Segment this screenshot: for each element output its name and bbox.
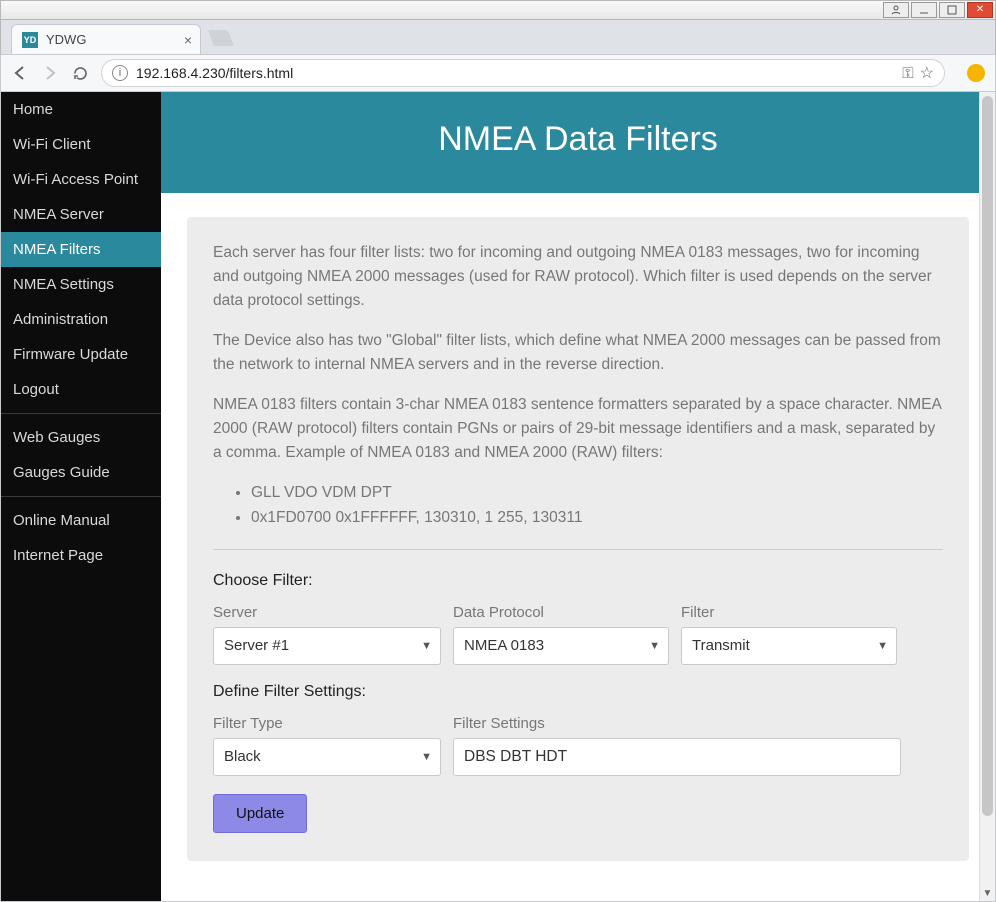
profile-avatar[interactable]: [967, 64, 985, 82]
address-bar[interactable]: i ⚿ ☆: [101, 59, 945, 87]
filter-settings-input-wrap: [453, 738, 901, 776]
field-label: Filter Settings: [453, 715, 901, 732]
sidebar-item-wi-fi-access-point[interactable]: Wi-Fi Access Point: [1, 162, 161, 197]
field-label: Filter Type: [213, 715, 441, 732]
browser-tab[interactable]: YD YDWG ×: [11, 24, 201, 54]
close-button[interactable]: ✕: [967, 2, 993, 18]
minimize-button[interactable]: [911, 2, 937, 18]
browser-tabstrip: YD YDWG ×: [0, 20, 996, 54]
filter-type-select[interactable]: Black ▼: [213, 738, 441, 776]
sidebar-separator: [1, 496, 161, 497]
sidebar-item-home[interactable]: Home: [1, 92, 161, 127]
section-label: Choose Filter:: [213, 572, 943, 590]
sidebar-item-web-gauges[interactable]: Web Gauges: [1, 420, 161, 455]
page-viewport: HomeWi-Fi ClientWi-Fi Access PointNMEA S…: [0, 92, 996, 902]
chevron-down-icon: ▼: [877, 640, 888, 652]
select-value: NMEA 0183: [464, 637, 544, 654]
sidebar: HomeWi-Fi ClientWi-Fi Access PointNMEA S…: [1, 92, 161, 901]
sidebar-item-nmea-filters[interactable]: NMEA Filters: [1, 232, 161, 267]
field-label: Server: [213, 604, 441, 621]
bookmark-star-icon[interactable]: ☆: [920, 63, 934, 83]
maximize-button[interactable]: [939, 2, 965, 18]
example-item: GLL VDO VDM DPT: [251, 481, 943, 506]
scroll-thumb[interactable]: [982, 96, 993, 816]
chevron-down-icon: ▼: [649, 640, 660, 652]
url-input[interactable]: [136, 65, 896, 81]
protocol-select[interactable]: NMEA 0183 ▼: [453, 627, 669, 665]
example-list: GLL VDO VDM DPT 0x1FD0700 0x1FFFFFF, 130…: [251, 481, 943, 531]
field-label: Data Protocol: [453, 604, 669, 621]
site-info-icon[interactable]: i: [112, 65, 128, 81]
page-title: NMEA Data Filters: [161, 92, 995, 193]
forward-button: [41, 64, 59, 82]
new-tab-button[interactable]: [208, 30, 234, 46]
browser-toolbar: i ⚿ ☆: [0, 54, 996, 92]
intro-paragraph: Each server has four filter lists: two f…: [213, 241, 943, 313]
content-panel: Each server has four filter lists: two f…: [187, 217, 969, 861]
scrollbar[interactable]: ▲ ▼: [979, 92, 995, 901]
server-select[interactable]: Server #1 ▼: [213, 627, 441, 665]
chevron-down-icon: ▼: [421, 640, 432, 652]
select-value: Server #1: [224, 637, 289, 654]
select-value: Black: [224, 748, 261, 765]
intro-paragraph: The Device also has two "Global" filter …: [213, 329, 943, 377]
divider: [213, 549, 943, 550]
example-item: 0x1FD0700 0x1FFFFFF, 130310, 1 255, 1303…: [251, 506, 943, 531]
filter-select[interactable]: Transmit ▼: [681, 627, 897, 665]
sidebar-item-administration[interactable]: Administration: [1, 302, 161, 337]
sidebar-item-firmware-update[interactable]: Firmware Update: [1, 337, 161, 372]
tab-title: YDWG: [46, 32, 86, 47]
favicon: YD: [22, 32, 38, 48]
main-content: NMEA Data Filters Each server has four f…: [161, 92, 995, 901]
intro-paragraph: NMEA 0183 filters contain 3-char NMEA 01…: [213, 393, 943, 465]
password-key-icon[interactable]: ⚿: [902, 65, 913, 82]
update-button[interactable]: Update: [213, 794, 307, 833]
chevron-down-icon: ▼: [421, 751, 432, 763]
section-label: Define Filter Settings:: [213, 683, 943, 701]
sidebar-item-logout[interactable]: Logout: [1, 372, 161, 407]
tab-close-icon[interactable]: ×: [184, 32, 192, 48]
select-value: Transmit: [692, 637, 750, 654]
reload-button[interactable]: [71, 64, 89, 82]
sidebar-item-internet-page[interactable]: Internet Page: [1, 538, 161, 573]
user-button[interactable]: [883, 2, 909, 18]
sidebar-separator: [1, 413, 161, 414]
sidebar-item-wi-fi-client[interactable]: Wi-Fi Client: [1, 127, 161, 162]
os-titlebar: ✕: [0, 0, 996, 20]
sidebar-item-nmea-settings[interactable]: NMEA Settings: [1, 267, 161, 302]
sidebar-item-online-manual[interactable]: Online Manual: [1, 503, 161, 538]
sidebar-item-nmea-server[interactable]: NMEA Server: [1, 197, 161, 232]
scroll-down-icon[interactable]: ▼: [980, 885, 995, 901]
sidebar-item-gauges-guide[interactable]: Gauges Guide: [1, 455, 161, 490]
filter-settings-input[interactable]: [464, 748, 890, 766]
back-button[interactable]: [11, 64, 29, 82]
field-label: Filter: [681, 604, 897, 621]
